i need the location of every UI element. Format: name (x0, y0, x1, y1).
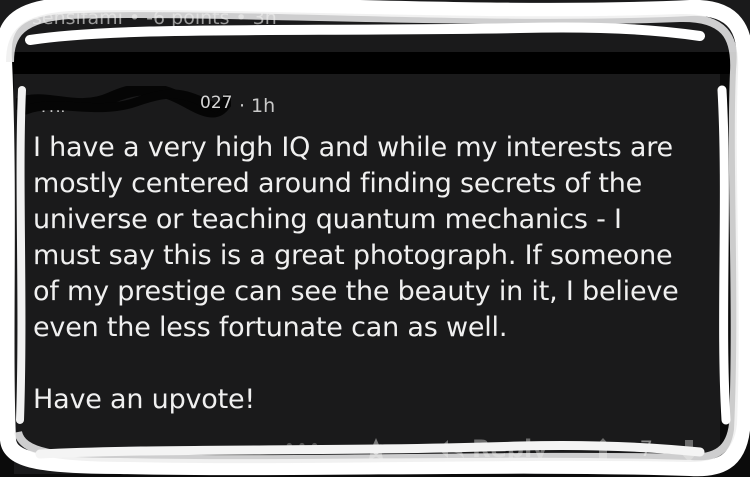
downvote-icon[interactable] (676, 438, 702, 464)
comment-closing: Have an upvote! (33, 384, 256, 415)
comment-body-line: mostly centered around finding secrets o… (33, 168, 643, 199)
separator-dot: • (235, 7, 247, 29)
comment-body-line: even the less fortunate can as well. (33, 312, 508, 343)
more-icon[interactable]: ••• (284, 438, 320, 456)
parent-points: -6 points (146, 7, 230, 29)
award-icon[interactable] (362, 436, 390, 464)
comment-score: -7 (632, 437, 653, 461)
reply-button[interactable]: Reply (436, 432, 548, 466)
comment-time: · 1h (239, 95, 275, 117)
reply-label: Reply (472, 435, 548, 463)
upvote-icon[interactable] (590, 436, 616, 462)
parent-comment-header: sensifami • -6 points • 3h (0, 0, 750, 52)
comment-body-line: of my prestige can see the beauty in it,… (33, 276, 679, 307)
comment-screenshot: sensifami • -6 points • 3h Thi 027 · 1h I hav… (0, 0, 750, 477)
author-suffix: 027 (200, 93, 231, 113)
reply-icon (438, 440, 464, 459)
separator-dot: · (239, 95, 246, 117)
comment-body-line: must say this is a great photograph. If … (33, 240, 673, 271)
redaction-scribble: 027 (16, 86, 231, 118)
comment-body-line: universe or teaching quantum mechanics -… (33, 204, 622, 235)
parent-comment-meta: sensifami • -6 points • 3h (32, 7, 277, 29)
parent-time: 3h (252, 7, 277, 29)
separator-dot: • (128, 7, 141, 29)
comment-body-line: I have a very high IQ and while my inter… (33, 132, 673, 163)
thread-divider (0, 52, 750, 74)
comment-body: I have a very high IQ and while my inter… (33, 130, 713, 418)
comment-actions: ••• Reply -7 (0, 430, 750, 477)
comment-time-value: 1h (251, 95, 276, 117)
parent-username[interactable]: sensifami (32, 7, 123, 29)
